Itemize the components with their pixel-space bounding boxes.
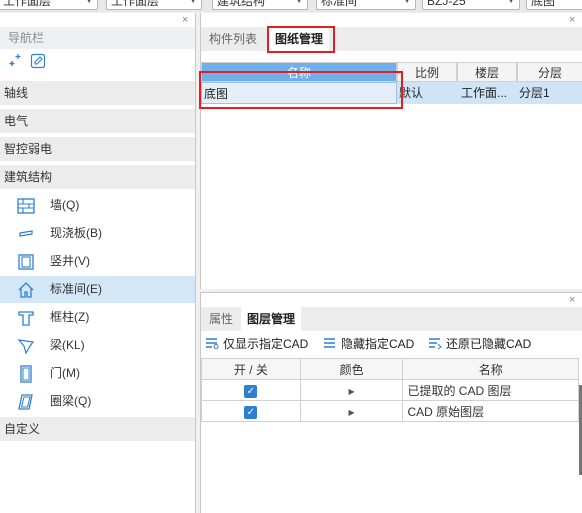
nav-item-slab[interactable]: 现浇板(B) bbox=[0, 220, 195, 247]
nav-item-wall[interactable]: 墙(Q) bbox=[0, 192, 195, 219]
chevron-down-icon: ▼ bbox=[507, 0, 515, 5]
layer-tabs: 属性 图层管理 bbox=[201, 307, 582, 331]
nav-item-label: 梁(KL) bbox=[50, 338, 85, 352]
restore-icon bbox=[428, 334, 442, 350]
restore-hidden-cad-button[interactable]: 还原已隐藏CAD bbox=[428, 333, 531, 355]
layer-dropdown[interactable]: 工作面层 ▼ bbox=[106, 0, 202, 10]
column-header-on-off[interactable]: 开 / 关 bbox=[201, 358, 301, 380]
base-drawing-dropdown[interactable]: 底图 bbox=[526, 0, 582, 10]
layer-toolbar: 仅显示指定CAD 隐藏指定CAD 还原已隐藏CAD bbox=[201, 333, 582, 355]
edit-icon[interactable] bbox=[30, 53, 46, 72]
floor-dropdown[interactable]: 工作面层 ▼ bbox=[0, 0, 98, 10]
table-cell-color[interactable]: ▶ bbox=[299, 400, 404, 422]
layer-dropdown-value: 工作面层 bbox=[111, 0, 160, 8]
section-smart-weak[interactable]: 智控弱电 bbox=[0, 137, 195, 161]
chevron-down-icon: ▼ bbox=[295, 0, 303, 5]
drawing-panel: × 构件列表 图纸管理 名称 比例 楼层 分层 底图 默认 工作面... 分层1 bbox=[199, 13, 582, 289]
column-header-floor[interactable]: 楼层 bbox=[457, 62, 517, 82]
table-cell-on-off: ✓ bbox=[201, 379, 301, 401]
nav-item-label: 框柱(Z) bbox=[50, 310, 90, 324]
table-row[interactable]: ✓ ▶ CAD 原始图层 bbox=[201, 400, 579, 422]
nav-item-label: 门(M) bbox=[50, 366, 80, 380]
show-only-cad-label: 仅显示指定CAD bbox=[223, 337, 309, 351]
nav-item-label: 圈梁(Q) bbox=[50, 394, 92, 408]
checkbox[interactable]: ✓ bbox=[244, 405, 258, 419]
section-building-structure[interactable]: 建筑结构 bbox=[0, 165, 195, 189]
shaft-icon bbox=[17, 253, 35, 271]
chevron-down-icon: ▼ bbox=[189, 0, 197, 5]
nav-item-shaft[interactable]: 竖井(V) bbox=[0, 248, 195, 275]
table-cell-name[interactable]: CAD 原始图层 bbox=[402, 400, 579, 422]
section-axis[interactable]: 轴线 bbox=[0, 81, 195, 105]
column-header-scale[interactable]: 比例 bbox=[397, 62, 457, 82]
table-cell-on-off: ✓ bbox=[201, 400, 301, 422]
checkbox[interactable]: ✓ bbox=[244, 384, 258, 398]
restore-hidden-cad-label: 还原已隐藏CAD bbox=[446, 337, 532, 351]
nav-item-ring-beam[interactable]: 圈梁(Q) bbox=[0, 388, 195, 415]
top-toolbar: 工作面层 ▼ 工作面层 ▼ 建筑结构 ▼ 标准间 ▼ BZJ-25 ▼ 底图 bbox=[0, 0, 582, 12]
highlight-box bbox=[199, 71, 403, 109]
tab-component-list[interactable]: 构件列表 bbox=[203, 27, 263, 51]
tab-properties[interactable]: 属性 bbox=[203, 307, 239, 331]
close-icon[interactable]: × bbox=[569, 14, 575, 26]
discipline-dropdown[interactable]: 建筑结构 ▼ bbox=[212, 0, 308, 10]
highlight-box bbox=[267, 26, 335, 53]
layer-panel: × 属性 图层管理 仅显示指定CAD 隐藏指定CAD 还原已隐藏CAD 开 / … bbox=[200, 292, 582, 513]
column-header-layer[interactable]: 分层 bbox=[517, 62, 582, 82]
column-header-name[interactable]: 名称 bbox=[402, 358, 579, 380]
add-sparkle-icon[interactable] bbox=[8, 53, 22, 70]
section-custom[interactable]: 自定义 bbox=[0, 417, 195, 441]
nav-tools bbox=[0, 51, 195, 73]
chevron-down-icon: ▼ bbox=[85, 0, 93, 5]
navigation-panel: × 导航栏 轴线 电气 智控弱电 建筑结构 墙(Q) 现浇板(B) 竖井(V) … bbox=[0, 13, 196, 513]
nav-item-label: 标准间(E) bbox=[50, 282, 102, 296]
nav-item-beam[interactable]: 梁(KL) bbox=[0, 332, 195, 359]
category-dropdown-value: 标准间 bbox=[321, 0, 358, 8]
section-electrical[interactable]: 电气 bbox=[0, 109, 195, 133]
nav-item-label: 墙(Q) bbox=[50, 198, 80, 212]
nav-item-label: 竖井(V) bbox=[50, 254, 90, 268]
close-icon[interactable]: × bbox=[182, 14, 188, 26]
door-icon bbox=[17, 365, 35, 383]
show-only-cad-button[interactable]: 仅显示指定CAD bbox=[205, 333, 308, 355]
house-icon bbox=[17, 281, 35, 299]
table-cell-scale[interactable]: 默认 bbox=[397, 82, 457, 104]
component-dropdown-value: BZJ-25 bbox=[427, 0, 466, 8]
nav-item-column[interactable]: 框柱(Z) bbox=[0, 304, 195, 331]
discipline-dropdown-value: 建筑结构 bbox=[217, 0, 266, 8]
layer-table: 开 / 关 颜色 名称 ✓ ▶ 已提取的 CAD 图层 ✓ ▶ CAD 原始图层 bbox=[201, 358, 579, 422]
chevron-down-icon: ▼ bbox=[403, 0, 411, 5]
floor-dropdown-value: 工作面层 bbox=[3, 0, 52, 8]
category-dropdown[interactable]: 标准间 ▼ bbox=[316, 0, 416, 10]
table-cell-name[interactable]: 已提取的 CAD 图层 bbox=[402, 379, 579, 401]
table-cell-floor[interactable]: 工作面... bbox=[457, 82, 517, 104]
tab-layer-management[interactable]: 图层管理 bbox=[241, 307, 302, 331]
nav-item-label: 现浇板(B) bbox=[50, 226, 102, 240]
expand-arrow-icon[interactable]: ▶ bbox=[349, 387, 355, 396]
table-row[interactable]: ✓ ▶ 已提取的 CAD 图层 bbox=[201, 379, 579, 401]
table-cell-layer[interactable]: 分层1 bbox=[517, 82, 582, 104]
show-only-icon bbox=[205, 334, 219, 349]
expand-arrow-icon[interactable]: ▶ bbox=[349, 408, 355, 417]
slab-icon bbox=[17, 225, 35, 243]
nav-item-standard-room[interactable]: 标准间(E) bbox=[0, 276, 195, 303]
beam-icon bbox=[17, 337, 35, 355]
nav-item-door[interactable]: 门(M) bbox=[0, 360, 195, 387]
table-cell-color[interactable]: ▶ bbox=[299, 379, 404, 401]
component-dropdown[interactable]: BZJ-25 ▼ bbox=[422, 0, 520, 10]
ring-beam-icon bbox=[17, 393, 35, 411]
hide-cad-button[interactable]: 隐藏指定CAD bbox=[323, 333, 414, 355]
close-icon[interactable]: × bbox=[569, 294, 575, 306]
wall-icon bbox=[17, 197, 35, 215]
base-drawing-dropdown-value: 底图 bbox=[531, 0, 556, 8]
hide-cad-label: 隐藏指定CAD bbox=[341, 337, 415, 351]
column-header-color[interactable]: 颜色 bbox=[299, 358, 404, 380]
nav-title: 导航栏 bbox=[0, 27, 195, 49]
drawing-tabs: 构件列表 图纸管理 bbox=[201, 27, 582, 51]
hide-icon bbox=[323, 334, 337, 348]
column-icon bbox=[17, 309, 35, 327]
